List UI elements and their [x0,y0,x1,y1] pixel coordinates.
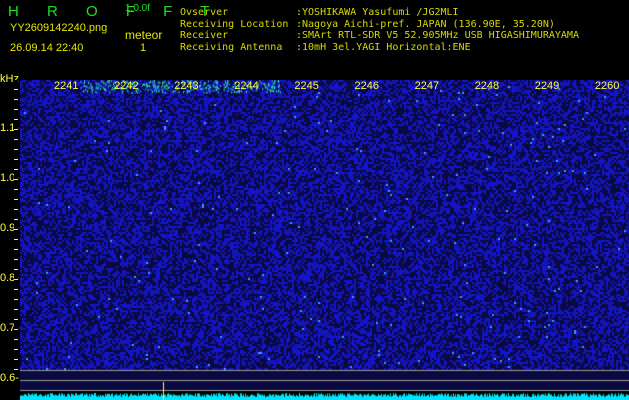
info-label: Ovserver [180,7,229,18]
x-tick-label: 2260 [594,80,620,92]
x-tick-label: 2243 [174,80,199,92]
info-row-location: Receiving Location :Nagoya Aichi-pref. JA… [180,19,579,31]
x-tick-label: 2245 [294,80,319,92]
info-row-receiver: Receiver :SMArt RTL-SDR V5 52.905MHz USB … [180,30,579,42]
waterfall-spectrogram [20,80,629,400]
info-value: :SMArt RTL-SDR V5 52.905MHz USB HIGASHIM… [296,30,579,41]
x-tick-label: 2248 [474,80,500,92]
info-label: Receiver [180,30,229,41]
x-tick-label: 2244 [234,80,259,92]
info-value: :YOSHIKAWA Yasufumi /JG2MLI [296,7,459,18]
x-tick-label: 2247 [414,80,440,92]
info-value: :10mH 3el.YAGI Horizontal:ENE [296,41,471,53]
info-panel: Ovserver:YOSHIKAWA Yasufumi /JG2MLI Recei… [180,7,579,53]
meteor-count: 1 [140,42,147,54]
meteor-label: meteor [125,28,163,42]
info-row-antenna: Receiving Antenna :10mH 3el.YAGI Horizont… [180,42,579,54]
y-tick-label: 0.6- [0,372,19,384]
x-tick-label: 2249 [534,80,560,92]
x-tick-label: 2246 [354,80,379,92]
info-value: :Nagoya Aichi-pref. JAPAN (136.90E, 35.2… [296,18,555,30]
info-label: Receiving Antenna [180,41,283,53]
x-tick-label: 2242 [114,80,139,92]
filename: YY2609142240.png [10,22,108,34]
info-label: Receiving Location [180,18,289,30]
x-tick-label: 2241 [54,80,79,92]
info-row-observer: Ovserver :YOSHIKAWA Yasufumi /JG2MLI [180,7,579,19]
y-minor-ticks [14,80,18,370]
version-label: 1.0.0f [125,3,151,14]
datetime: 26.09.14 22:40 [10,42,84,54]
